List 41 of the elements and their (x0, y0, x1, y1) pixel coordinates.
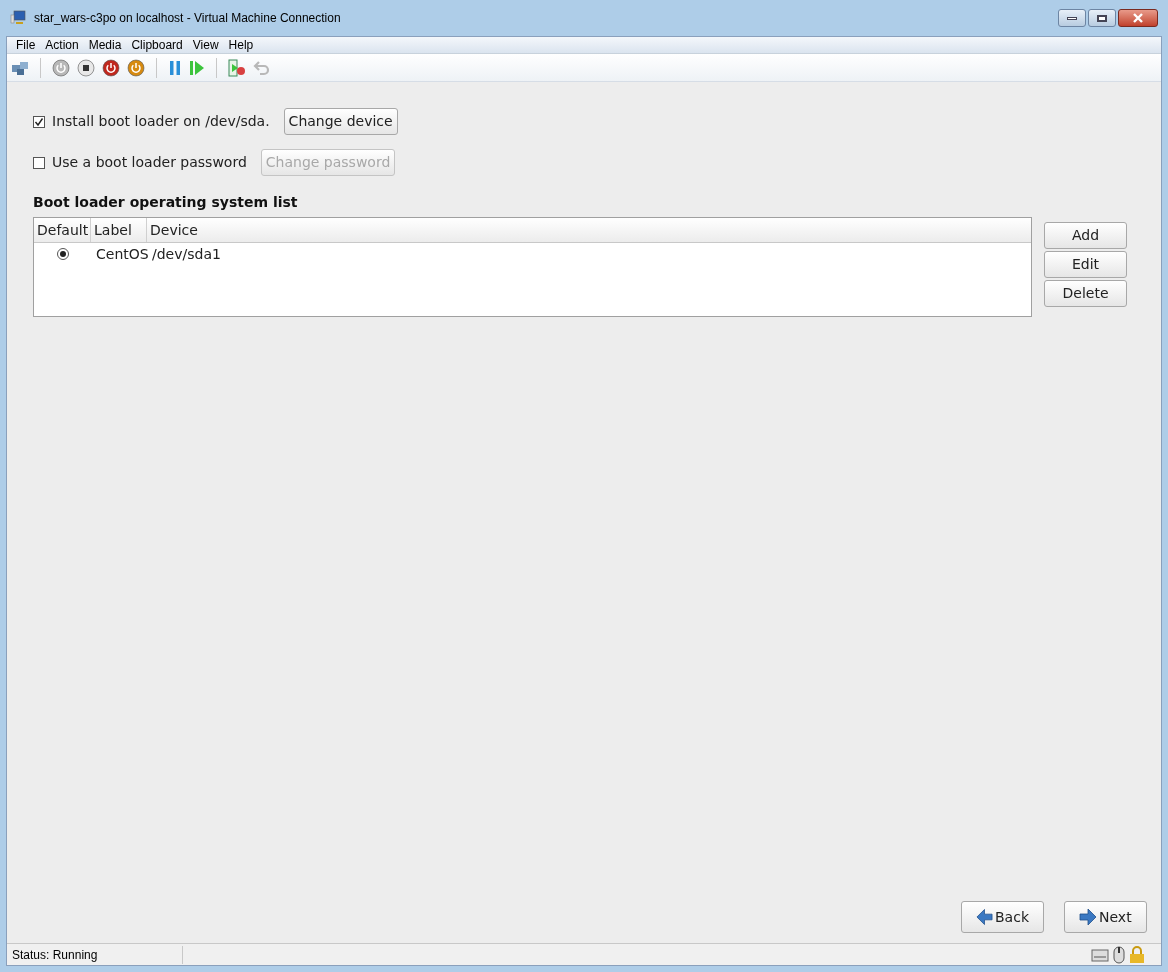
column-header[interactable]: Device (147, 218, 1031, 242)
menu-item[interactable]: File (11, 36, 41, 54)
checkbox-label: Use a boot loader password (52, 153, 247, 172)
table-cell-text: /dev/sda1 (152, 244, 221, 264)
pause-icon[interactable] (168, 58, 182, 77)
next-button[interactable]: Next (1064, 901, 1147, 933)
table-cell-text: CentOS (96, 244, 150, 264)
power-icon[interactable] (127, 58, 145, 77)
close-button[interactable] (1118, 9, 1158, 27)
checkbox[interactable] (33, 115, 45, 128)
checkbox[interactable] (33, 156, 45, 169)
lock-icon (1129, 945, 1145, 964)
power-icon[interactable] (102, 58, 120, 77)
left-arrow-icon (976, 908, 993, 926)
menu-item[interactable]: Action (40, 36, 84, 54)
keyboard-icon (1091, 946, 1109, 963)
menu-item[interactable]: Media (83, 36, 127, 54)
menu-item[interactable]: Clipboard (126, 36, 188, 54)
menu-item[interactable]: View (187, 36, 224, 54)
minimize-button[interactable] (1058, 9, 1086, 27)
right-arrow-icon (1079, 908, 1097, 926)
status-text: Status: Running (7, 945, 183, 964)
check-icon (34, 116, 44, 127)
section-heading: Boot loader operating system list (33, 193, 299, 212)
list-action-button[interactable]: Edit (1044, 251, 1127, 278)
computer-icon (10, 10, 26, 26)
maximize-button[interactable] (1088, 9, 1116, 27)
list-action-button[interactable]: Add (1044, 222, 1127, 249)
close-icon (1132, 13, 1144, 23)
menu-item[interactable]: Help (223, 36, 259, 54)
radio-button[interactable] (56, 248, 69, 260)
back-button[interactable]: Back (961, 901, 1044, 933)
column-header[interactable]: Label (91, 218, 147, 242)
checkbox-label: Install boot loader on /dev/sda. (52, 112, 270, 131)
mouse-icon (1112, 945, 1126, 964)
window-title: star_wars-c3po on localhost - Virtual Machine Connection (34, 10, 341, 27)
stop-icon[interactable] (77, 58, 95, 77)
list-action-button[interactable]: Delete (1044, 280, 1127, 307)
column-header[interactable]: Default (34, 218, 91, 242)
snapshot-icon[interactable] (228, 58, 246, 77)
change-button[interactable]: Change device (283, 108, 398, 135)
